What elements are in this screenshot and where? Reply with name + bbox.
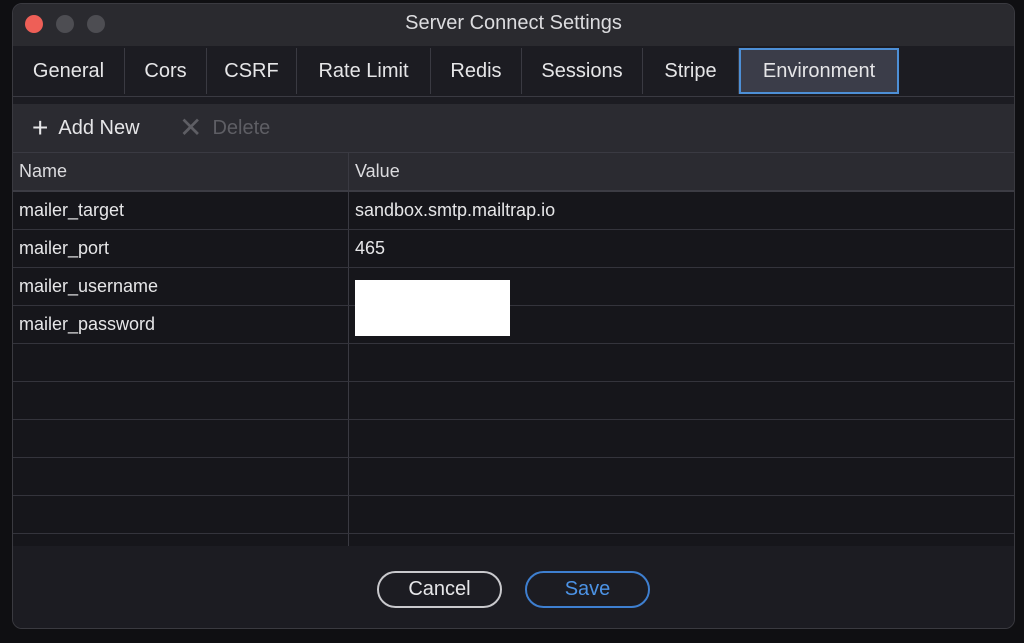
save-button[interactable]: Save (525, 571, 650, 608)
delete-label: Delete (212, 116, 271, 139)
add-new-button[interactable]: + Add New (32, 104, 140, 152)
tab-csrf[interactable]: CSRF (207, 48, 297, 94)
delete-button[interactable]: ✕ Delete (179, 104, 270, 152)
table-row[interactable]: mailer_password (13, 306, 1014, 344)
value-cell[interactable]: sandbox.smtp.mailtrap.io (349, 192, 1014, 229)
close-icon: ✕ (179, 112, 203, 143)
name-cell[interactable]: mailer_target (13, 192, 349, 229)
empty-row (13, 496, 1014, 534)
empty-row (13, 382, 1014, 420)
grid-toolbar: + Add New ✕ Delete (13, 104, 1014, 152)
empty-cell (13, 382, 349, 419)
empty-cell (13, 534, 349, 546)
name-cell[interactable]: mailer_port (13, 230, 349, 267)
add-new-label: Add New (58, 116, 140, 139)
dialog-footer: Cancel Save (13, 546, 1014, 628)
tab-environment[interactable]: Environment (739, 48, 899, 94)
empty-row (13, 534, 1014, 546)
tab-general[interactable]: General (13, 48, 125, 94)
empty-cell (13, 420, 349, 457)
table-row[interactable]: mailer_port 465 (13, 230, 1014, 268)
tab-stripe[interactable]: Stripe (643, 48, 739, 94)
empty-cell (349, 382, 1014, 419)
value-cell[interactable]: 465 (349, 230, 1014, 267)
empty-cell (349, 496, 1014, 533)
grid-header: Name Value (13, 152, 1014, 192)
table-row[interactable]: mailer_username (13, 268, 1014, 306)
plus-icon: + (32, 112, 49, 143)
name-cell[interactable]: mailer_username (13, 268, 349, 305)
column-header-name[interactable]: Name (13, 153, 349, 190)
empty-cell (13, 344, 349, 381)
empty-row (13, 458, 1014, 496)
title-bar: Server Connect Settings (13, 4, 1014, 46)
environment-grid: Name Value mailer_target sandbox.smtp.ma… (13, 152, 1014, 546)
tab-cors[interactable]: Cors (125, 48, 207, 94)
settings-window: Server Connect Settings General Cors CSR… (12, 3, 1015, 629)
empty-cell (13, 458, 349, 495)
name-cell[interactable]: mailer_password (13, 306, 349, 343)
tab-bar: General Cors CSRF Rate Limit Redis Sessi… (13, 46, 1014, 97)
window-title: Server Connect Settings (405, 12, 622, 34)
cancel-button[interactable]: Cancel (377, 571, 502, 608)
redacted-values-mask (355, 280, 510, 336)
column-header-value[interactable]: Value (349, 153, 1014, 190)
empty-cell (349, 458, 1014, 495)
empty-row (13, 344, 1014, 382)
empty-cell (349, 534, 1014, 546)
empty-cell (349, 420, 1014, 457)
table-row[interactable]: mailer_target sandbox.smtp.mailtrap.io (13, 192, 1014, 230)
tab-sessions[interactable]: Sessions (522, 48, 643, 94)
tab-rate-limit[interactable]: Rate Limit (297, 48, 431, 94)
empty-cell (13, 496, 349, 533)
empty-cell (349, 344, 1014, 381)
tab-redis[interactable]: Redis (431, 48, 522, 94)
empty-row (13, 420, 1014, 458)
